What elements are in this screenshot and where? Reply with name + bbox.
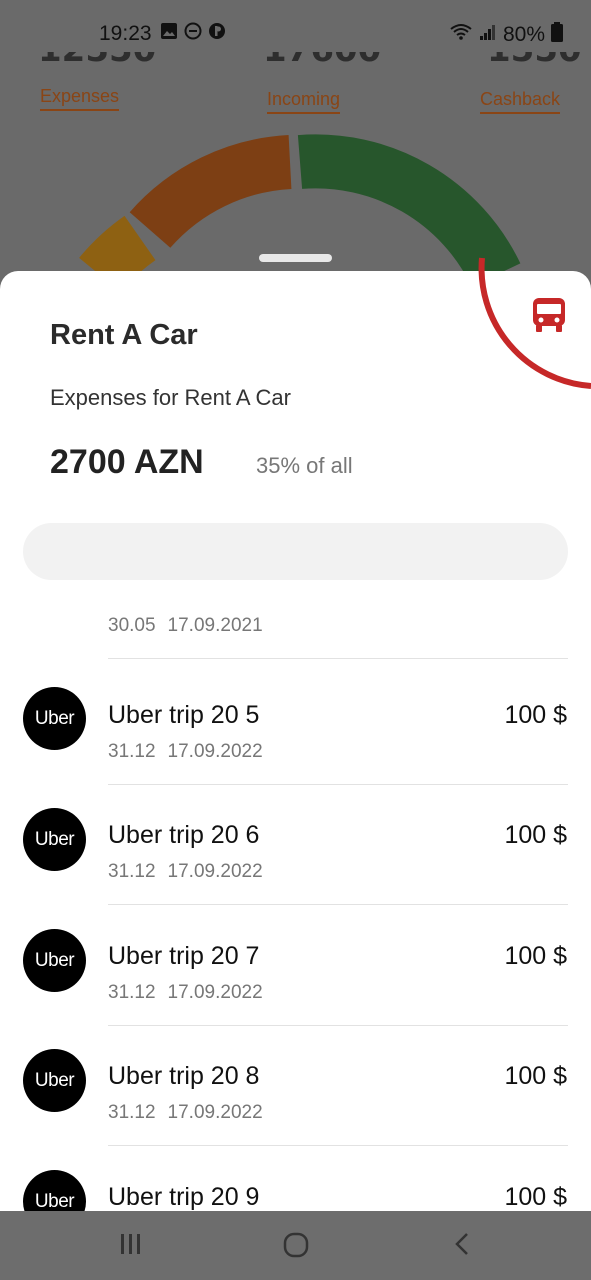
transaction-date: 31.12 17.09.2022 bbox=[108, 741, 263, 762]
sheet-title: Rent A Car bbox=[50, 319, 198, 351]
divider bbox=[108, 1025, 568, 1026]
divider bbox=[108, 658, 568, 659]
status-icons-left bbox=[160, 22, 226, 40]
category-amount: 2700 AZN bbox=[50, 443, 204, 481]
do-not-disturb-icon bbox=[184, 22, 202, 40]
list-item[interactable]: 30.05 17.09.2021 bbox=[0, 601, 591, 695]
transaction-price: 100 $ bbox=[504, 1183, 567, 1211]
uber-logo: Uber bbox=[23, 808, 86, 871]
transaction-price: 100 $ bbox=[504, 942, 567, 970]
transaction-name: Uber trip 20 5 bbox=[108, 701, 260, 729]
category-percent: 35% of all bbox=[256, 453, 353, 478]
transaction-date: 31.12 17.09.2022 bbox=[108, 982, 263, 1003]
list-item[interactable]: Uber Uber trip 20 8 100 $ 31.12 17.09.202… bbox=[0, 1049, 591, 1182]
transaction-name: Uber trip 20 6 bbox=[108, 821, 260, 849]
signal-icon bbox=[479, 23, 497, 47]
sheet-subtitle: Expenses for Rent A Car bbox=[50, 385, 291, 410]
list-item[interactable]: Uber Uber trip 20 9 100 $ bbox=[0, 1170, 591, 1211]
transaction-price: 100 $ bbox=[504, 701, 567, 729]
transaction-price: 100 $ bbox=[504, 821, 567, 849]
divider bbox=[108, 784, 568, 785]
transaction-price: 100 $ bbox=[504, 1062, 567, 1090]
uber-logo: Uber bbox=[23, 929, 86, 992]
donut-brown-segment bbox=[129, 135, 293, 249]
app-notification-icon bbox=[208, 22, 226, 40]
transaction-date: 31.12 17.09.2022 bbox=[108, 1102, 263, 1123]
status-time: 19:23 bbox=[99, 22, 152, 45]
category-ring-inside bbox=[478, 271, 591, 389]
category-bottom-sheet: Rent A Car Expenses for Rent A Car 2700 … bbox=[0, 271, 591, 1211]
search-field[interactable] bbox=[23, 523, 568, 580]
wifi-icon bbox=[449, 23, 473, 47]
list-item[interactable]: Uber Uber trip 20 5 100 $ 31.12 17.09.202… bbox=[0, 687, 591, 821]
divider bbox=[108, 904, 568, 905]
system-nav-bar bbox=[0, 1211, 591, 1280]
uber-logo: Uber bbox=[23, 1049, 86, 1112]
status-right: 80% bbox=[449, 22, 563, 48]
transaction-date: 31.12 17.09.2022 bbox=[108, 861, 263, 882]
uber-logo: Uber bbox=[23, 687, 86, 750]
list-item[interactable]: Uber Uber trip 20 6 100 $ 31.12 17.09.202… bbox=[0, 808, 591, 941]
donut-yellow-segment bbox=[79, 215, 157, 293]
bus-icon[interactable] bbox=[530, 296, 568, 334]
battery-percent: 80% bbox=[502, 23, 545, 46]
sheet-drag-handle[interactable] bbox=[259, 254, 332, 262]
image-notification-icon bbox=[160, 22, 178, 40]
transaction-list: 30.05 17.09.2021 Uber Uber trip 20 5 100 … bbox=[0, 601, 591, 1211]
transaction-name: Uber trip 20 9 bbox=[108, 1183, 260, 1211]
list-item[interactable]: Uber Uber trip 20 7 100 $ 31.12 17.09.202… bbox=[0, 929, 591, 1062]
back-icon[interactable] bbox=[450, 1231, 476, 1262]
home-icon[interactable] bbox=[282, 1231, 310, 1264]
transaction-name: Uber trip 20 8 bbox=[108, 1062, 260, 1090]
battery-icon bbox=[551, 22, 563, 48]
transaction-date: 30.05 17.09.2021 bbox=[108, 615, 263, 636]
recents-icon[interactable] bbox=[118, 1231, 144, 1262]
transaction-name: Uber trip 20 7 bbox=[108, 942, 260, 970]
divider bbox=[108, 1145, 568, 1146]
status-bar: 19:23 80% bbox=[0, 0, 591, 52]
